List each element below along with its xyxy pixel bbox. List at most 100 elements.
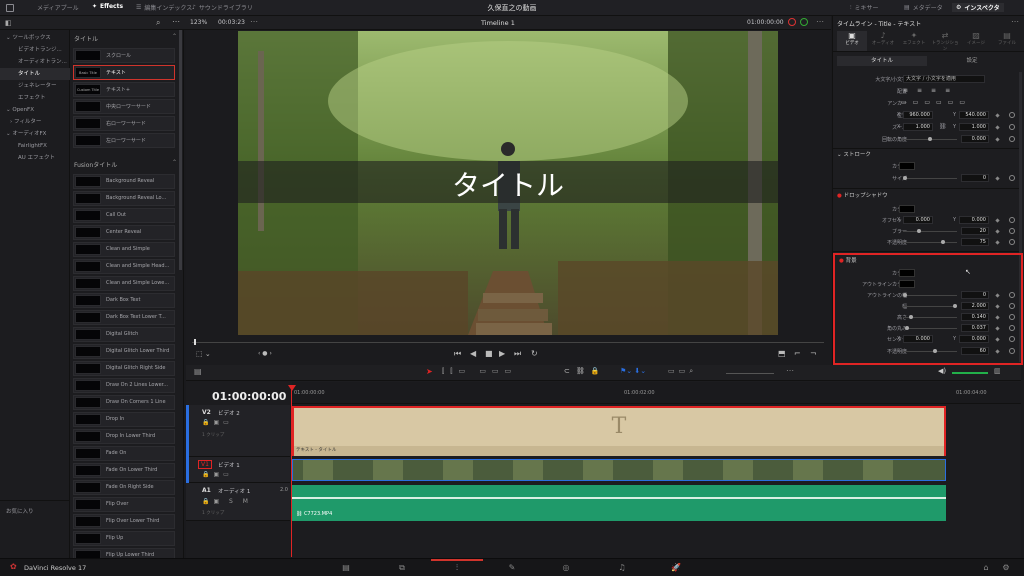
more-icon[interactable]: ⋯ (172, 17, 180, 26)
go-start-icon[interactable]: ⏮ (454, 349, 461, 359)
stroke-section-header[interactable]: ⌄ ストローク (837, 150, 871, 158)
home-icon[interactable]: ⌂ (980, 562, 992, 573)
stop-icon[interactable]: ■ (485, 349, 493, 358)
mixer-button[interactable]: ⫶ ミキサー (850, 3, 879, 13)
edit-index-button[interactable]: ☰ 編集インデックス (136, 3, 192, 12)
inspector-tab[interactable]: ▤ ファイル (992, 31, 1022, 51)
track-header-v2[interactable]: V2 ビデオ 2 🔒▣▭ 1 クリップ (186, 405, 290, 457)
nav-video-transitions[interactable]: ビデオトランジ... (0, 44, 70, 56)
timeline-name[interactable]: Timeline 1 (481, 19, 515, 27)
keyframe-button[interactable] (995, 137, 1000, 142)
reset-icon[interactable] (1009, 112, 1015, 118)
play-reverse-icon[interactable]: ◀ (470, 349, 476, 358)
title-overlay-text[interactable]: タイトル (238, 164, 778, 204)
position-y-field[interactable]: 540.000 (959, 111, 989, 119)
fusion-title-item[interactable]: Drop In Lower Third (73, 429, 175, 444)
slider-knob[interactable] (928, 137, 932, 141)
fusion-title-item[interactable]: Center Reveal (73, 225, 175, 240)
keyframe-button[interactable] (995, 326, 1000, 331)
mark-out-icon[interactable]: ¬ (810, 349, 817, 358)
deliver-page-icon[interactable]: 🚀 (670, 562, 682, 573)
drop-shadow-section-header[interactable]: ● ドロップシャドウ (837, 191, 888, 199)
keyframe-button[interactable] (995, 304, 1000, 309)
more-icon[interactable]: ⋯ (1011, 17, 1019, 26)
media-page-icon[interactable]: ▤ (340, 562, 352, 573)
zoom-level[interactable]: 123% (190, 19, 207, 26)
shadow-opacity-field[interactable]: 75 (961, 238, 989, 246)
match-frame-icon[interactable]: ⬒ (778, 349, 786, 358)
fusion-page-icon[interactable]: ✎ (506, 562, 518, 573)
title-item[interactable]: 中央ローワーサード (73, 99, 175, 114)
zoom-slider[interactable] (726, 373, 774, 374)
reset-icon[interactable] (1009, 303, 1015, 309)
slider-knob[interactable] (903, 176, 907, 180)
tab-title[interactable]: タイトル (837, 56, 927, 66)
bg-width-field[interactable]: 2.000 (961, 302, 989, 310)
reset-icon[interactable] (1009, 228, 1015, 234)
nav-generators[interactable]: ジェネレーター (0, 80, 70, 92)
nav-fairlightfx[interactable]: FairlightFX (0, 140, 70, 152)
preview-frame[interactable]: タイトル (238, 31, 778, 335)
scrub-bar[interactable] (192, 342, 824, 343)
edit-tools-icons[interactable]: ⫿⫿▭ ▭▭▭ (442, 367, 517, 376)
bg-center-x-field[interactable]: 0.000 (903, 335, 933, 343)
nav-au-effects[interactable]: AU エフェクト (0, 152, 70, 164)
stroke-size-slider[interactable] (903, 178, 957, 179)
title-clip[interactable]: T テキスト - タイトル (292, 406, 946, 456)
nav-audiofx[interactable]: ⌄ オーディオFX (0, 128, 70, 140)
snap-link-icons[interactable]: ⊂⛓🔒 (564, 367, 605, 375)
reset-icon[interactable] (1009, 217, 1015, 223)
bg-height-field[interactable]: 0.140 (961, 313, 989, 321)
fusion-title-item[interactable]: Clean and Simple Head... (73, 259, 175, 274)
search-icon[interactable]: ⌕ (156, 18, 160, 28)
shadow-offset-x-field[interactable]: 0.000 (903, 216, 933, 224)
metadata-button[interactable]: ▤ メタデータ (904, 3, 943, 12)
shadow-color-swatch[interactable] (899, 205, 915, 213)
video-clip[interactable] (292, 459, 946, 481)
slider-knob[interactable] (933, 349, 937, 353)
reset-icon[interactable] (1009, 239, 1015, 245)
inspector-tab[interactable]: ▨ イメージ (961, 31, 991, 51)
inspector-tab[interactable]: ▣ ビデオ (837, 31, 867, 51)
nav-titles[interactable]: タイトル (0, 68, 70, 80)
cut-page-icon[interactable]: ⧉ (396, 562, 408, 573)
anchor-buttons[interactable]: ▭▭▭▭▭▭ (901, 99, 971, 106)
nav-arrows-icon[interactable]: ‹ ● › (258, 350, 272, 357)
more-icon[interactable]: ⋯ (816, 17, 824, 26)
collapse-icon[interactable]: ⌃ (172, 33, 177, 40)
keyframe-button[interactable] (995, 315, 1000, 320)
stroke-color-swatch[interactable] (899, 162, 915, 170)
fusion-title-item[interactable]: Fade On Right Side (73, 480, 175, 495)
stroke-size-field[interactable]: 0 (961, 174, 989, 182)
keyframe-button[interactable] (995, 240, 1000, 245)
fusion-title-item[interactable]: Draw On Corners 1 Line (73, 395, 175, 410)
fusion-title-item[interactable]: Drop In (73, 412, 175, 427)
case-dropdown[interactable]: 大文字 / 小文字を適用 (903, 75, 985, 83)
corner-radius-field[interactable]: 0.037 (961, 324, 989, 332)
color-icon[interactable] (788, 18, 796, 26)
loop-icon[interactable]: ↻ (531, 349, 538, 358)
track-lock-icons[interactable]: 🔒▣▭ (202, 471, 233, 478)
title-item[interactable]: Custom Title テキスト+ (73, 82, 175, 97)
reset-icon[interactable] (1009, 325, 1015, 331)
fusion-title-item[interactable]: Digital Glitch (73, 327, 175, 342)
title-item[interactable]: 左ローワーサード (73, 133, 175, 148)
flag-icon[interactable]: ⚑⌄ ⬇⌄ (620, 367, 646, 375)
mask-icon[interactable] (800, 18, 808, 26)
sound-library-button[interactable]: ♪ サウンドライブラリ (192, 3, 253, 12)
keyframe-button[interactable] (995, 125, 1000, 130)
fusion-title-item[interactable]: Background Reveal (73, 174, 175, 189)
fusion-title-item[interactable]: Flip Up Lower Third (73, 548, 175, 558)
shadow-offset-y-field[interactable]: 0.000 (959, 216, 989, 224)
slider-knob[interactable] (941, 240, 945, 244)
fusion-title-item[interactable]: Digital Glitch Lower Third (73, 344, 175, 359)
playhead[interactable] (291, 387, 292, 557)
nav-toolbox[interactable]: ⌄ ツールボックス (0, 32, 70, 44)
bg-center-y-field[interactable]: 0.000 (959, 335, 989, 343)
media-pool-button[interactable]: メディアプール (6, 3, 79, 12)
collapse-icon[interactable]: ⌃ (172, 159, 177, 166)
track-lock-icons[interactable]: 🔒▣▭ (202, 419, 233, 426)
shadow-blur-slider[interactable] (903, 231, 957, 232)
reset-icon[interactable] (1009, 124, 1015, 130)
fusion-title-item[interactable]: Flip Up (73, 531, 175, 546)
